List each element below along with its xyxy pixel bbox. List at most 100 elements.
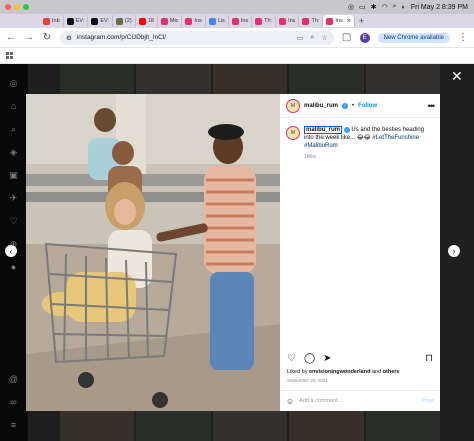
browser-tab[interactable]: 18 (136, 15, 158, 27)
post-comment-button[interactable]: Post (422, 398, 434, 404)
browser-tab[interactable]: Th: (299, 15, 324, 27)
close-icon[interactable]: ✕ (451, 68, 463, 85)
tab-label: EV: (100, 18, 109, 24)
control-center-icon[interactable]: ◐ (402, 4, 406, 11)
tab-label: Inb (52, 18, 60, 24)
tab-label: (2) (125, 18, 132, 24)
account-avatar[interactable]: M (286, 98, 300, 113)
tab-label: Mic (169, 18, 179, 24)
browser-tab[interactable]: Inb (40, 15, 64, 27)
search-icon[interactable]: ⌕ (393, 3, 397, 11)
browser-tab[interactable]: EV: (88, 15, 113, 27)
tab-label: Ins (335, 18, 343, 24)
minimize-window-button[interactable] (14, 4, 20, 10)
tab-favicon-icon (326, 17, 334, 25)
tab-label: Ins (194, 18, 202, 24)
liked-by-line: Liked by envisioningwonderland and other… (287, 369, 399, 375)
next-post-arrow-icon[interactable]: › (448, 245, 460, 257)
username-link[interactable]: malibu_rum (304, 103, 338, 109)
browser-tab[interactable]: (2) (113, 15, 136, 27)
like-heart-icon[interactable]: ♡ (287, 353, 296, 364)
post-header: M malibu_rum ✓ • Follow ••• (280, 94, 440, 118)
tab-favicon-icon (138, 17, 146, 25)
liked-by-user-link[interactable]: envisioningwonderland (309, 369, 370, 375)
tab-label: Th: (264, 18, 273, 24)
tab-favicon-icon (208, 17, 216, 25)
tab-close-icon[interactable]: × (347, 18, 351, 25)
window-controls (5, 4, 29, 10)
browser-tab[interactable]: Lis (206, 15, 229, 27)
profile-avatar[interactable]: E (359, 32, 370, 43)
comment-icon[interactable]: ◯ (304, 353, 315, 364)
clock[interactable]: Fri May 2 8:39 PM (411, 4, 468, 11)
emoji-picker-icon[interactable]: ☺ (286, 397, 294, 406)
caption-block: M malibu_rum ✓ Us and the besties headin… (280, 118, 440, 161)
verified-badge-icon: ✓ (342, 102, 349, 109)
bookmark-star-icon[interactable]: ☆ (321, 34, 327, 42)
close-window-button[interactable] (5, 4, 11, 10)
tab-favicon-icon (185, 17, 193, 25)
browser-tab[interactable]: Ins (182, 15, 206, 27)
bluetooth-icon[interactable]: ✱ (371, 3, 377, 11)
tab-label: Ins (288, 18, 296, 24)
tab-favicon-icon (279, 17, 287, 25)
back-button[interactable]: ← (6, 32, 16, 43)
browser-tab[interactable]: Ins × (323, 15, 355, 27)
post-date[interactable]: September 20, 2021 (287, 378, 328, 383)
save-bookmark-icon[interactable]: ⊓ (425, 353, 433, 364)
tab-favicon-icon (116, 17, 123, 25)
site-info-icon[interactable]: ⚙ (66, 34, 72, 42)
post-image (26, 94, 280, 411)
post-actions: ♡ ◯ ➤ ⊓ (280, 353, 440, 364)
address-bar[interactable]: ⚙ instagram.com/p/CUDbjh_lnCl/ ▭ ⌕ ☆ (60, 30, 334, 45)
hashtag-link[interactable]: #LetTheFunshine (372, 135, 419, 141)
liked-by-others-link[interactable]: others (383, 369, 400, 375)
reload-button[interactable]: ↻ (42, 32, 52, 43)
follow-button[interactable]: Follow (358, 103, 377, 109)
instagram-menu-icon[interactable]: ◎ (348, 3, 354, 11)
tab-favicon-icon (66, 17, 74, 25)
tab-label: Lis (217, 18, 225, 24)
tab-favicon-icon (43, 17, 50, 25)
browser-tab[interactable]: Th: (252, 15, 277, 27)
browser-menu-icon[interactable]: ⋮ (458, 32, 468, 43)
hashtag-link[interactable]: #MalibuRum (304, 143, 338, 149)
forward-button[interactable]: → (24, 32, 34, 43)
tab-label: Ins (240, 18, 249, 24)
liked-by-suffix: and (370, 369, 383, 375)
zoom-icon[interactable]: ⌕ (310, 34, 314, 42)
caption-username-link[interactable]: malibu_rum (304, 126, 343, 134)
browser-tab[interactable]: Ins (229, 15, 253, 27)
caption-avatar[interactable]: M (286, 126, 300, 140)
apps-grid-icon[interactable] (6, 52, 13, 59)
zoom-window-button[interactable] (23, 4, 29, 10)
post-photo[interactable] (26, 94, 280, 411)
browser-tab[interactable]: Ins (276, 15, 300, 27)
post-details-panel: M malibu_rum ✓ • Follow ••• M malibu_rum… (280, 94, 440, 411)
previous-post-arrow-icon[interactable]: ‹ (5, 245, 17, 257)
caption-text: malibu_rum ✓ Us and the besties heading … (304, 126, 434, 161)
display-icon[interactable]: ▭ (359, 3, 366, 11)
new-chrome-available-button[interactable]: New Chrome available (377, 32, 450, 43)
caption-age[interactable]: 186w (304, 153, 434, 161)
extensions-icon[interactable]: ▢ (342, 32, 352, 43)
comment-input[interactable]: Add a comment... (299, 398, 342, 404)
bookmarks-bar (0, 48, 474, 64)
new-tab-icon[interactable]: + (359, 16, 364, 26)
liked-by-prefix: Liked by (287, 369, 310, 375)
share-icon[interactable]: ➤ (323, 353, 331, 364)
tab-favicon-icon (255, 17, 263, 25)
tab-strip: Inb EV: EV: (2) 18 Mic Ins Lis Ins Th: Ins Th: Ins × + (0, 14, 474, 28)
wifi-icon[interactable]: ◠ (382, 3, 388, 11)
more-options-icon[interactable]: ••• (428, 101, 436, 111)
cast-icon[interactable]: ▭ (297, 34, 304, 42)
url-text: instagram.com/p/CUDbjh_lnCl/ (76, 34, 167, 41)
browser-tab[interactable]: Mic (158, 15, 183, 27)
post-modal: M malibu_rum ✓ • Follow ••• M malibu_rum… (26, 94, 440, 411)
tab-favicon-icon (91, 17, 99, 25)
tab-favicon-icon (160, 17, 168, 25)
tab-favicon-icon (231, 17, 239, 25)
tab-label: Th: (311, 18, 320, 24)
browser-tab[interactable]: EV: (64, 15, 89, 27)
mac-menu-bar: ◎ ▭ ✱ ◠ ⌕ ◐ Fri May 2 8:39 PM (0, 0, 474, 14)
